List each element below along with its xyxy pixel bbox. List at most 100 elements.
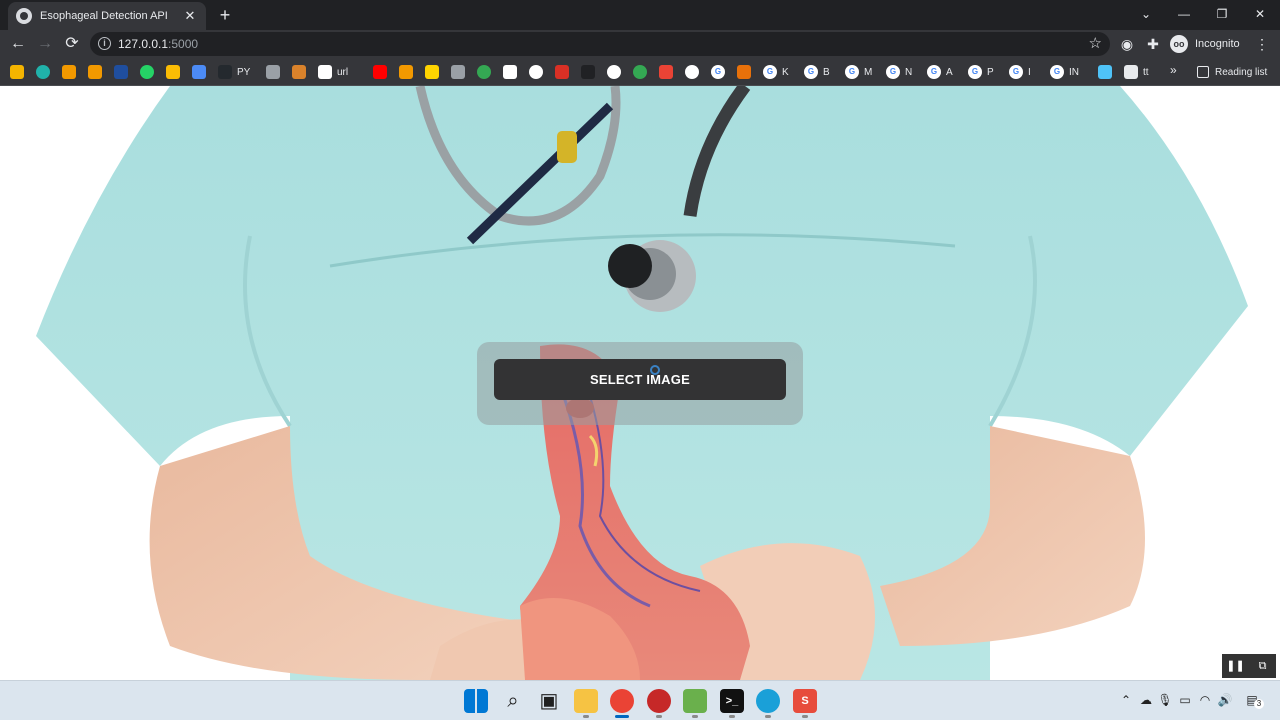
- back-button[interactable]: ←: [6, 32, 30, 56]
- google-icon: G: [763, 65, 777, 79]
- bookmark-item[interactable]: [373, 63, 387, 81]
- tab-strip: Esophageal Detection API ✕ + ⌄ — ❐ ✕: [0, 0, 1280, 30]
- bookmark-item[interactable]: [685, 63, 699, 81]
- bookmark-item[interactable]: [633, 63, 647, 81]
- bookmark-item[interactable]: [1098, 63, 1112, 81]
- bookmark-item[interactable]: [555, 63, 569, 81]
- start-icon[interactable]: [464, 689, 488, 713]
- picture-in-picture-icon[interactable]: ⧉: [1249, 654, 1276, 678]
- app-s-icon[interactable]: S: [793, 689, 817, 718]
- bookmark-item[interactable]: GA: [927, 63, 953, 81]
- battery-icon[interactable]: ▭: [1177, 692, 1193, 708]
- bookmark-item[interactable]: tt: [1124, 63, 1149, 81]
- bookmark-item[interactable]: G IN: [1050, 63, 1079, 81]
- github-icon: [218, 65, 232, 79]
- bookmark-item[interactable]: G: [711, 63, 725, 81]
- bookmark-item[interactable]: GK: [763, 63, 789, 81]
- p-icon: [425, 65, 439, 79]
- maximize-button[interactable]: ❐: [1203, 0, 1241, 30]
- bookmark-item[interactable]: [503, 63, 517, 81]
- bookmark-item[interactable]: [36, 63, 50, 81]
- bookmark-item[interactable]: GP: [968, 63, 994, 81]
- bookmark-item[interactable]: GM: [845, 63, 872, 81]
- bookmark-item[interactable]: [737, 63, 751, 81]
- globe-icon: [529, 65, 543, 79]
- bookmark-item[interactable]: [477, 63, 491, 81]
- tag-icon: [399, 65, 413, 79]
- bookmark-item[interactable]: [266, 63, 280, 81]
- bookmark-item[interactable]: PY: [218, 63, 250, 81]
- minimize-button[interactable]: —: [1165, 0, 1203, 30]
- notepad-icon[interactable]: [683, 689, 707, 718]
- bookmark-item[interactable]: GI: [1009, 63, 1031, 81]
- loading-cursor-icon: [650, 365, 660, 375]
- bookmarks-bar: » Reading list PY url G G K G B G M G N G A G P G I G IN tt: [0, 58, 1280, 86]
- tab-esophageal-detection[interactable]: Esophageal Detection API ✕: [8, 2, 206, 30]
- bookmark-item[interactable]: GB: [804, 63, 830, 81]
- bookmark-item[interactable]: [581, 63, 595, 81]
- bookmark-item[interactable]: [399, 63, 413, 81]
- select-image-button[interactable]: SELECT IMAGE: [494, 359, 786, 400]
- tab-search-chevron-icon[interactable]: ⌄: [1127, 0, 1165, 30]
- google-icon: G: [968, 65, 982, 79]
- volume-icon[interactable]: 🔊: [1217, 692, 1233, 708]
- bookmark-label: N: [905, 66, 913, 78]
- doc-icon: [503, 65, 517, 79]
- bookmark-item[interactable]: [425, 63, 439, 81]
- bookmark-item[interactable]: [10, 63, 24, 81]
- extension-discord-icon[interactable]: ◉: [1117, 34, 1137, 54]
- pause-icon[interactable]: ❚❚: [1222, 654, 1249, 678]
- bookmark-item[interactable]: [292, 63, 306, 81]
- globe-icon: [685, 65, 699, 79]
- bookmark-item[interactable]: [62, 63, 76, 81]
- bookmark-item[interactable]: [451, 63, 465, 81]
- incognito-indicator[interactable]: oo Incognito: [1170, 33, 1240, 55]
- bookmark-item[interactable]: [140, 63, 154, 81]
- bookmark-item[interactable]: [607, 63, 621, 81]
- forward-button[interactable]: →: [33, 32, 57, 56]
- reading-list-button[interactable]: Reading list: [1197, 63, 1267, 81]
- bookmark-item[interactable]: [88, 63, 102, 81]
- bookmark-item[interactable]: url: [318, 63, 348, 81]
- bookmark-item[interactable]: GN: [886, 63, 912, 81]
- edge-icon[interactable]: [756, 689, 780, 718]
- badge-icon: [633, 65, 647, 79]
- bookmark-star-icon[interactable]: ☆: [1089, 34, 1102, 52]
- url-port: :5000: [168, 37, 199, 51]
- bookmark-label: IN: [1069, 66, 1079, 78]
- incognito-icon: oo: [1170, 35, 1188, 53]
- file-explorer-icon[interactable]: [574, 689, 598, 718]
- address-bar[interactable]: i 127.0.0.1:5000 ☆: [90, 32, 1110, 56]
- browser-toolbar: ← → ⟳ i 127.0.0.1:5000 ☆ ◉ ✚ oo Incognit…: [0, 30, 1280, 58]
- tray-chevron-icon[interactable]: ⌃: [1118, 692, 1134, 708]
- bookmark-item[interactable]: [192, 63, 206, 81]
- terminal-icon[interactable]: >_: [720, 689, 744, 718]
- menu-kebab-icon[interactable]: ⋮: [1252, 34, 1272, 54]
- onedrive-cloud-icon[interactable]: ☁: [1138, 692, 1154, 708]
- tab-close-icon[interactable]: ✕: [182, 8, 198, 24]
- ladybug-icon[interactable]: [647, 689, 671, 718]
- task-view-icon[interactable]: ▣: [537, 689, 561, 713]
- bookmark-item[interactable]: [529, 63, 543, 81]
- search-icon[interactable]: ⌕: [501, 689, 525, 713]
- link-icon: [318, 65, 332, 79]
- site-info-icon[interactable]: i: [98, 37, 111, 50]
- bookmarks-overflow-button[interactable]: »: [1170, 63, 1177, 77]
- bookmark-item[interactable]: [166, 63, 180, 81]
- chrome-icon[interactable]: [610, 689, 634, 718]
- bookmark-item[interactable]: [114, 63, 128, 81]
- bookmark-label: A: [946, 66, 953, 78]
- running-indicator: [765, 715, 771, 718]
- bookmark-item[interactable]: [659, 63, 673, 81]
- google-icon: G: [804, 65, 818, 79]
- wifi-icon[interactable]: ◠: [1197, 692, 1213, 708]
- extensions-puzzle-icon[interactable]: ✚: [1143, 34, 1163, 54]
- new-tab-button[interactable]: +: [214, 4, 236, 26]
- close-window-button[interactable]: ✕: [1241, 0, 1279, 30]
- circle-g-icon: [36, 65, 50, 79]
- microphone-icon[interactable]: 🎙: [1157, 692, 1173, 708]
- ring-icon: [477, 65, 491, 79]
- bookmark-label: K: [782, 66, 789, 78]
- reload-button[interactable]: ⟳: [60, 32, 84, 56]
- whatsapp-icon: [140, 65, 154, 79]
